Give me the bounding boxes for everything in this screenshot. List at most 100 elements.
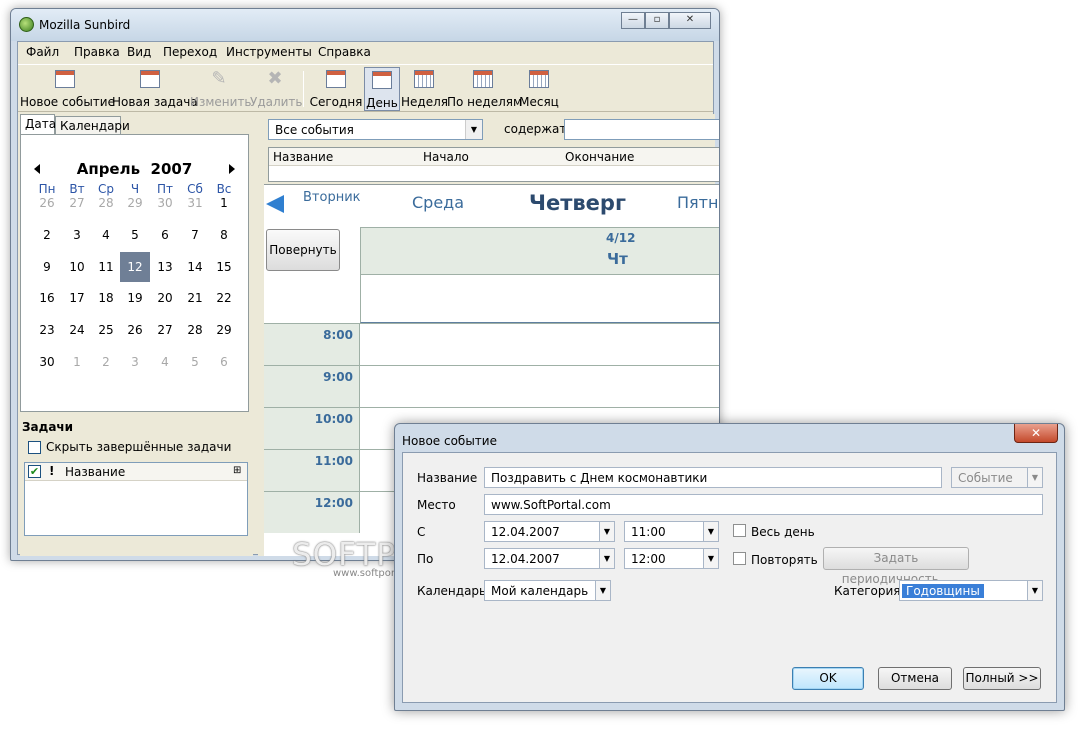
calendar-day[interactable]: 9 — [32, 252, 62, 282]
close-window-button[interactable]: ✕ — [669, 12, 711, 29]
time-slot[interactable] — [360, 323, 719, 365]
month-name[interactable]: Апрель — [77, 160, 140, 178]
calendar-select[interactable]: Мой календарь ▼ — [484, 580, 611, 601]
cancel-button[interactable]: Отмена — [878, 667, 952, 690]
start-column-header[interactable]: Начало — [423, 150, 469, 164]
calendar-day[interactable]: 30 — [150, 188, 180, 218]
chevron-down-icon[interactable]: ▼ — [595, 581, 610, 600]
chevron-down-icon[interactable]: ▼ — [599, 549, 614, 568]
calendar-day[interactable]: 21 — [180, 283, 210, 313]
edit-button[interactable]: ✎ Изменить — [190, 67, 252, 111]
calendar-day[interactable]: 27 — [62, 188, 92, 218]
calendar-day[interactable]: 26 — [120, 315, 150, 345]
calendar-day[interactable]: 28 — [180, 315, 210, 345]
end-column-header[interactable]: Окончание — [565, 150, 634, 164]
calendar-day[interactable]: 10 — [62, 252, 92, 282]
calendar-day[interactable]: 1 — [62, 347, 92, 377]
category-select[interactable]: Годовщины ▼ — [899, 580, 1043, 601]
all-day-checkbox[interactable] — [733, 524, 746, 537]
rotate-button[interactable]: Повернуть — [266, 229, 340, 271]
calendar-day[interactable]: 2 — [91, 347, 121, 377]
calendar-day[interactable]: 2 — [32, 220, 62, 250]
calendar-day[interactable]: 1 — [209, 188, 239, 218]
minimize-button[interactable]: — — [621, 12, 645, 29]
priority-column-header[interactable]: ! — [49, 464, 54, 478]
prev-day-link[interactable]: Вторник — [303, 190, 361, 205]
menu-go[interactable]: Переход — [163, 45, 217, 59]
calendar-day[interactable]: 31 — [180, 188, 210, 218]
chevron-down-icon[interactable]: ▼ — [703, 522, 718, 541]
calendar-day[interactable]: 28 — [91, 188, 121, 218]
chevron-down-icon[interactable]: ▼ — [703, 549, 718, 568]
start-time-picker[interactable]: 11:00 ▼ — [624, 521, 719, 542]
menu-view[interactable]: Вид — [127, 45, 151, 59]
calendar-day[interactable]: 30 — [32, 347, 62, 377]
location-input[interactable]: www.SoftPortal.com — [484, 494, 1043, 515]
close-icon[interactable]: ✕ — [1014, 424, 1058, 443]
hide-completed-checkbox[interactable] — [28, 441, 41, 454]
new-task-button[interactable]: Новая задача — [112, 67, 198, 111]
delete-button[interactable]: ✖ Удалить — [250, 67, 303, 111]
chevron-down-icon[interactable]: ▼ — [599, 522, 614, 541]
month-view-button[interactable]: Месяц — [519, 67, 559, 111]
calendar-day[interactable]: 23 — [32, 315, 62, 345]
event-filter-select[interactable]: Все события ▼ — [268, 119, 483, 140]
calendar-day[interactable]: 13 — [150, 252, 180, 282]
repeat-checkbox[interactable] — [733, 552, 746, 565]
calendar-day[interactable]: 4 — [91, 220, 121, 250]
calendar-day[interactable]: 6 — [150, 220, 180, 250]
calendar-day[interactable]: 12 — [120, 251, 150, 282]
ok-button[interactable]: OK — [792, 667, 864, 690]
calendar-day[interactable]: 27 — [150, 315, 180, 345]
day-left-link[interactable]: Среда — [412, 193, 464, 212]
menu-edit[interactable]: Правка — [74, 45, 120, 59]
calendar-day[interactable]: 29 — [209, 315, 239, 345]
next-month-arrow-icon[interactable] — [229, 164, 235, 174]
event-name-input[interactable]: Поздравить с Днем космонавтики — [484, 467, 942, 488]
maximize-button[interactable]: ▫ — [645, 12, 669, 29]
end-date-picker[interactable]: 12.04.2007 ▼ — [484, 548, 615, 569]
end-time-picker[interactable]: 12:00 ▼ — [624, 548, 719, 569]
new-event-button[interactable]: Новое событие — [20, 67, 115, 111]
calendar-day[interactable]: 15 — [209, 252, 239, 282]
calendar-day[interactable]: 3 — [62, 220, 92, 250]
day-view-button[interactable]: День — [364, 67, 400, 111]
calendar-day[interactable]: 26 — [32, 188, 62, 218]
calendar-day[interactable]: 29 — [120, 188, 150, 218]
all-day-area[interactable] — [360, 275, 719, 323]
day-right-link[interactable]: Пятн — [677, 193, 718, 212]
search-input[interactable] — [564, 119, 719, 140]
calendar-day[interactable]: 8 — [209, 220, 239, 250]
column-picker-icon[interactable]: ⊞ — [233, 465, 241, 476]
name-column-header[interactable]: Название — [65, 465, 125, 479]
calendar-day[interactable]: 11 — [91, 252, 121, 282]
calendar-day[interactable]: 3 — [120, 347, 150, 377]
tab-date[interactable]: Дата — [20, 114, 56, 135]
title-column-header[interactable]: Название — [273, 150, 333, 164]
set-recurrence-button[interactable]: Задать периодичность... — [823, 547, 969, 586]
item-type-select[interactable]: Событие ▼ — [951, 467, 1043, 488]
year-value[interactable]: 2007 — [151, 160, 193, 178]
menu-tools[interactable]: Инструменты — [226, 45, 312, 59]
calendar-day[interactable]: 24 — [62, 315, 92, 345]
prev-day-arrow-icon[interactable] — [266, 195, 284, 213]
multiweek-view-button[interactable]: По неделям — [447, 67, 522, 111]
tab-calendars[interactable]: Календари — [55, 116, 130, 135]
calendar-day[interactable]: 5 — [180, 347, 210, 377]
chevron-down-icon[interactable]: ▼ — [1027, 581, 1042, 600]
today-button[interactable]: Сегодня — [308, 67, 364, 111]
calendar-day[interactable]: 5 — [120, 220, 150, 250]
calendar-day[interactable]: 4 — [150, 347, 180, 377]
calendar-day[interactable]: 18 — [91, 283, 121, 313]
calendar-day[interactable]: 19 — [120, 283, 150, 313]
completed-column-check-icon[interactable]: ✔ — [28, 465, 41, 478]
calendar-day[interactable]: 25 — [91, 315, 121, 345]
menu-help[interactable]: Справка — [318, 45, 371, 59]
start-date-picker[interactable]: 12.04.2007 ▼ — [484, 521, 615, 542]
menu-file[interactable]: Файл — [26, 45, 59, 59]
calendar-day[interactable]: 6 — [209, 347, 239, 377]
chevron-down-icon[interactable]: ▼ — [465, 120, 482, 139]
full-button[interactable]: Полный >> — [963, 667, 1041, 690]
calendar-day[interactable]: 22 — [209, 283, 239, 313]
calendar-day[interactable]: 7 — [180, 220, 210, 250]
